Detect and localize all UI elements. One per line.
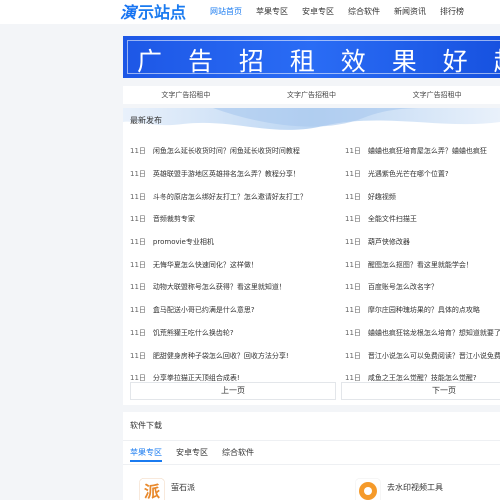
prev-page-button[interactable]: 上一页: [130, 382, 336, 400]
logo-text: 示站点: [138, 3, 187, 22]
section-title: 软件下载: [130, 421, 162, 430]
item-title[interactable]: 晋江小说怎么可以免费阅读？晋江小说免费: [368, 351, 500, 361]
item-title[interactable]: 葫芦侠修改器: [368, 237, 410, 247]
nav-apple[interactable]: 苹果专区: [249, 0, 295, 24]
item-title[interactable]: 光遇紫色光芒在哪个位置?: [368, 169, 449, 179]
list-item[interactable]: 11日 斗冬的原店怎么绑好友打工？怎么邀请好友打工？: [130, 185, 340, 208]
tab-android[interactable]: 安卓专区: [176, 446, 208, 462]
list-item[interactable]: 11日 英雄联盟手游地区英雄排名怎么弄？教程分享！: [130, 163, 340, 186]
item-title[interactable]: 饥荒熊獾王吃什么换齿轮?: [153, 328, 234, 338]
tab-software[interactable]: 综合软件: [222, 446, 254, 462]
list-item[interactable]: 11日 饥荒熊獾王吃什么换齿轮?: [130, 322, 340, 345]
item-title[interactable]: 百度账号怎么改名字？: [368, 282, 438, 292]
item-date: 11日: [345, 215, 361, 224]
list-item[interactable]: 11日 葫芦侠修改器: [345, 231, 500, 254]
nav-ranking[interactable]: 排行榜: [433, 0, 471, 24]
section-title: 最新发布: [130, 116, 162, 125]
ad-banner[interactable]: 广 告 招 租 效 果 好 超 赞: [123, 36, 500, 78]
top-navbar: 演 示站点 网站首页 苹果专区 安卓专区 综合软件 新闻资讯 排行榜: [0, 0, 500, 24]
next-page-button[interactable]: 下一页: [341, 382, 500, 400]
nav-news[interactable]: 新闻资讯: [387, 0, 433, 24]
nav-android[interactable]: 安卓专区: [295, 0, 341, 24]
list-item[interactable]: 11日 闲鱼怎么延长收货时间？闲鱼延长收货时间教程: [130, 140, 340, 163]
item-date: 11日: [345, 170, 361, 179]
item-title[interactable]: 盒马配送小哥已约满是什么意思?: [153, 305, 255, 315]
nav-software[interactable]: 综合软件: [341, 0, 387, 24]
item-title[interactable]: promovie专业相机: [153, 237, 214, 247]
article-list-left: 11日 闲鱼怎么延长收货时间？闲鱼延长收货时间教程 11日 英雄联盟手游地区英雄排名…: [130, 140, 340, 390]
item-date: 11日: [130, 328, 146, 337]
item-date: 11日: [345, 260, 361, 269]
text-ad-link[interactable]: 文字广告招租中: [374, 86, 500, 104]
list-item[interactable]: 11日 动物大联盟称号怎么获得？看这里就知道！: [130, 276, 340, 299]
divider: [123, 440, 500, 441]
latest-section: 最新发布 11日 闲鱼怎么延长收货时间？闲鱼延长收货时间教程 11日 英雄联盟手游地…: [123, 108, 500, 405]
app-card[interactable]: 派 萤石派: [139, 478, 195, 500]
list-item[interactable]: 11日 光遇紫色光芒在哪个位置?: [345, 163, 500, 186]
watermark-video-tool-app-icon: [355, 478, 381, 500]
list-item[interactable]: 11日 蛐蛐也疯狂铭龙根怎么培育？想知道就要了解: [345, 322, 500, 345]
app-name[interactable]: 萤石派: [171, 482, 195, 493]
text-ad-link[interactable]: 文字广告招租中: [123, 86, 249, 104]
software-section: 软件下载 苹果专区 安卓专区 综合软件 派 萤石派 去水印视频工具: [123, 412, 500, 500]
item-title[interactable]: 闲鱼怎么延长收货时间？闲鱼延长收货时间教程: [153, 146, 300, 156]
article-list-right: 11日 蛐蛐也疯狂培育屋怎么弄？蛐蛐也疯狂 11日 光遇紫色光芒在哪个位置? 11日…: [345, 140, 500, 390]
list-item[interactable]: 11日 百度账号怎么改名字？: [345, 276, 500, 299]
item-title[interactable]: 蛐蛐也疯狂培育屋怎么弄？蛐蛐也疯狂: [368, 146, 487, 156]
item-date: 11日: [130, 238, 146, 247]
main-nav: 网站首页 苹果专区 安卓专区 综合软件 新闻资讯 排行榜: [203, 0, 471, 24]
software-tabs: 苹果专区 安卓专区 综合软件: [130, 446, 254, 462]
item-title[interactable]: 动物大联盟称号怎么获得？看这里就知道！: [153, 282, 286, 292]
ying-shi-pai-app-icon: 派: [139, 478, 165, 500]
item-date: 11日: [130, 306, 146, 315]
site-logo[interactable]: 演 示站点: [120, 1, 187, 22]
tab-apple[interactable]: 苹果专区: [130, 446, 162, 462]
item-date: 11日: [130, 351, 146, 360]
list-item[interactable]: 11日 醒图怎么抠图？看这里就能学会！: [345, 253, 500, 276]
item-date: 11日: [130, 283, 146, 292]
nav-home[interactable]: 网站首页: [203, 0, 249, 24]
list-item[interactable]: 11日 无悔华夏怎么快速同化？这样做！: [130, 253, 340, 276]
item-title[interactable]: 音频裁剪专家: [153, 214, 195, 224]
text-ad-link[interactable]: 文字广告招租中: [249, 86, 375, 104]
banner-text: 广 告 招 租 效 果 好 超 赞: [137, 47, 500, 76]
item-title[interactable]: 无悔华夏怎么快速同化？这样做！: [153, 260, 258, 270]
item-date: 11日: [345, 306, 361, 315]
item-title[interactable]: 醒图怎么抠图？看这里就能学会！: [368, 260, 473, 270]
item-date: 11日: [345, 192, 361, 201]
list-item[interactable]: 11日 全能文件扫描王: [345, 208, 500, 231]
list-item[interactable]: 11日 肥甜健身房种子袋怎么回收？回收方法分享!: [130, 344, 340, 367]
list-item[interactable]: 11日 摩尔庄园种瑰坊果的？具体的点攻略: [345, 299, 500, 322]
list-item[interactable]: 11日 蛐蛐也疯狂培育屋怎么弄？蛐蛐也疯狂: [345, 140, 500, 163]
text-ad-links: 文字广告招租中 文字广告招租中 文字广告招租中: [123, 86, 500, 104]
list-item[interactable]: 11日 晋江小说怎么可以免费阅读？晋江小说免费: [345, 344, 500, 367]
logo-mark: 演: [120, 3, 137, 22]
item-title[interactable]: 蛐蛐也疯狂铭龙根怎么培育？想知道就要了解: [368, 328, 500, 338]
item-title[interactable]: 摩尔庄园种瑰坊果的？具体的点攻略: [368, 305, 480, 315]
item-title[interactable]: 斗冬的原店怎么绑好友打工？怎么邀请好友打工？: [153, 192, 307, 202]
item-title[interactable]: 好趣视频: [368, 192, 396, 202]
item-date: 11日: [345, 283, 361, 292]
item-date: 11日: [130, 147, 146, 156]
item-date: 11日: [345, 238, 361, 247]
list-item[interactable]: 11日 音频裁剪专家: [130, 208, 340, 231]
item-date: 11日: [345, 351, 361, 360]
list-item[interactable]: 11日 盒马配送小哥已约满是什么意思?: [130, 299, 340, 322]
list-item[interactable]: 11日 好趣视频: [345, 185, 500, 208]
divider: [123, 464, 500, 465]
item-title[interactable]: 英雄联盟手游地区英雄排名怎么弄？教程分享！: [153, 169, 300, 179]
item-title[interactable]: 肥甜健身房种子袋怎么回收？回收方法分享!: [153, 351, 289, 361]
item-date: 11日: [130, 260, 146, 269]
item-date: 11日: [130, 192, 146, 201]
item-date: 11日: [130, 170, 146, 179]
svg-text:派: 派: [144, 482, 161, 500]
item-date: 11日: [130, 215, 146, 224]
item-date: 11日: [345, 147, 361, 156]
app-card[interactable]: 去水印视频工具: [355, 478, 443, 500]
item-date: 11日: [345, 328, 361, 337]
app-name[interactable]: 去水印视频工具: [387, 482, 443, 493]
list-item[interactable]: 11日 promovie专业相机: [130, 231, 340, 254]
item-title[interactable]: 全能文件扫描王: [368, 214, 417, 224]
